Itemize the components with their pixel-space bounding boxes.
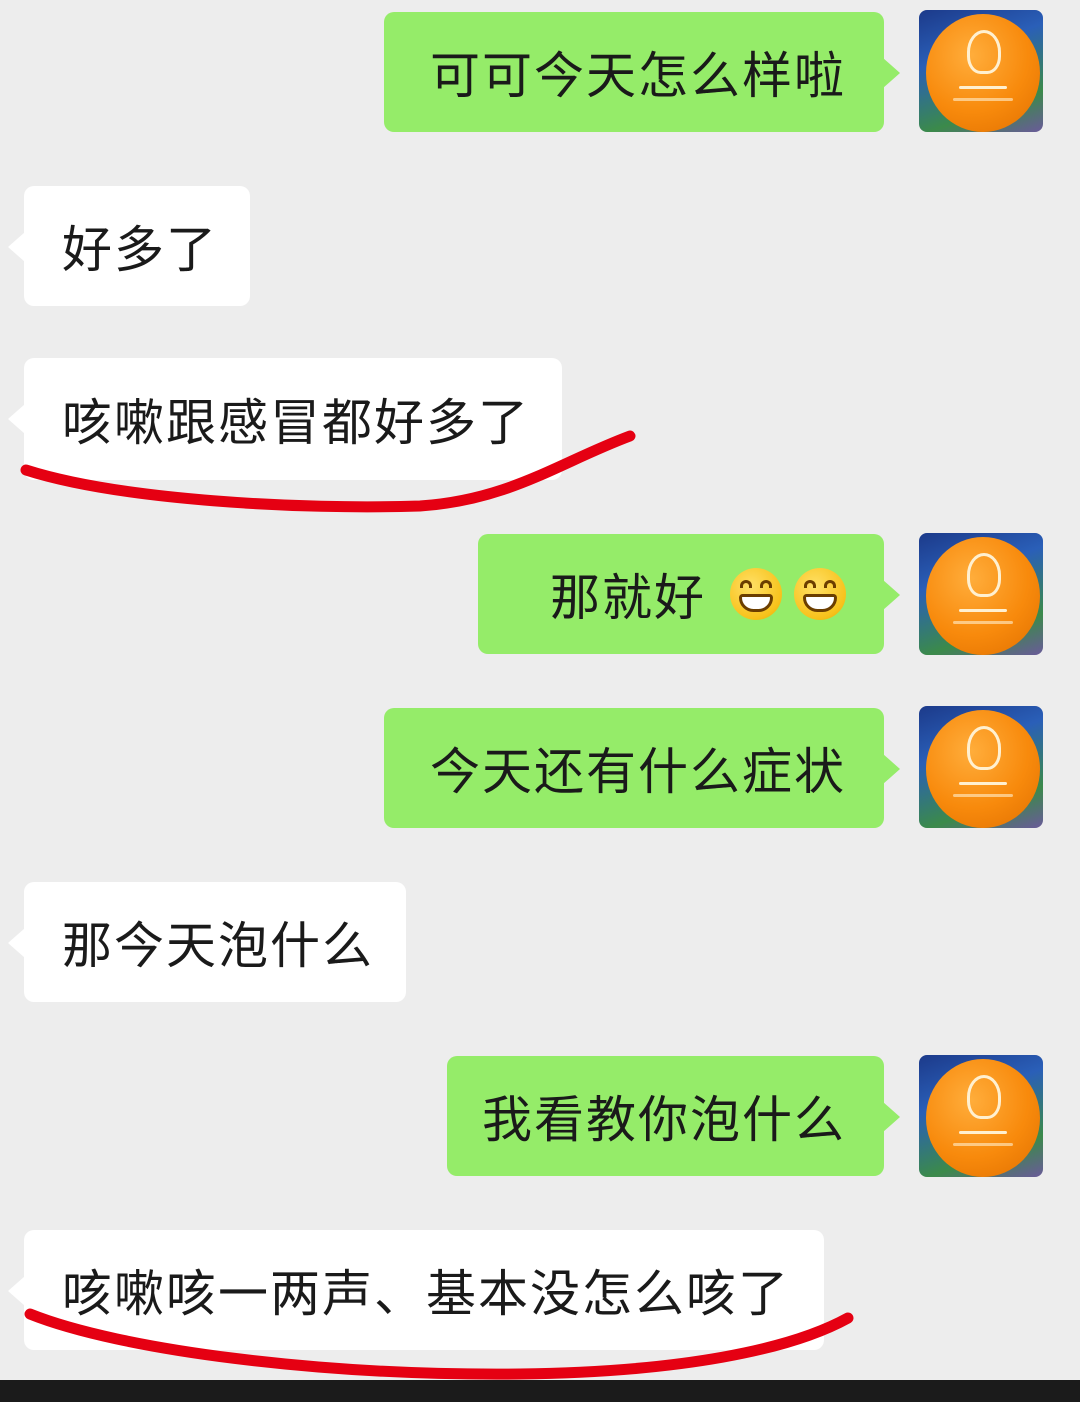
avatar[interactable]	[919, 1055, 1043, 1177]
message-bubble-sent[interactable]: 我看教你泡什么	[447, 1056, 900, 1176]
message-bubble-received[interactable]: 好多了	[8, 186, 250, 306]
chat-area[interactable]: 可可今天怎么样啦 好多了 咳嗽跟感冒都好多了 那就好 今天还有什么症状 那今天泡…	[0, 0, 1080, 1380]
grinning-face-icon	[794, 568, 846, 620]
message-bubble-received[interactable]: 咳嗽跟感冒都好多了	[8, 358, 562, 480]
avatar[interactable]	[919, 533, 1043, 655]
bottom-bar	[0, 1380, 1080, 1402]
message-text: 今天还有什么症状	[430, 743, 846, 801]
message-text: 那今天泡什么	[62, 917, 374, 975]
message-text: 咳嗽咳一两声、基本没怎么咳了	[62, 1265, 790, 1323]
grinning-face-icon	[730, 568, 782, 620]
message-bubble-received[interactable]: 咳嗽咳一两声、基本没怎么咳了	[8, 1230, 824, 1350]
message-text: 咳嗽跟感冒都好多了	[62, 394, 530, 452]
message-text: 我看教你泡什么	[482, 1091, 846, 1149]
avatar[interactable]	[919, 706, 1043, 828]
message-bubble-sent[interactable]: 那就好	[478, 534, 900, 654]
message-text: 好多了	[62, 221, 218, 279]
avatar[interactable]	[919, 10, 1043, 132]
message-bubble-sent[interactable]: 今天还有什么症状	[384, 708, 900, 828]
message-bubble-sent[interactable]: 可可今天怎么样啦	[384, 12, 900, 132]
message-text: 可可今天怎么样啦	[430, 47, 846, 105]
message-text: 那就好	[550, 569, 706, 627]
message-bubble-received[interactable]: 那今天泡什么	[8, 882, 406, 1002]
